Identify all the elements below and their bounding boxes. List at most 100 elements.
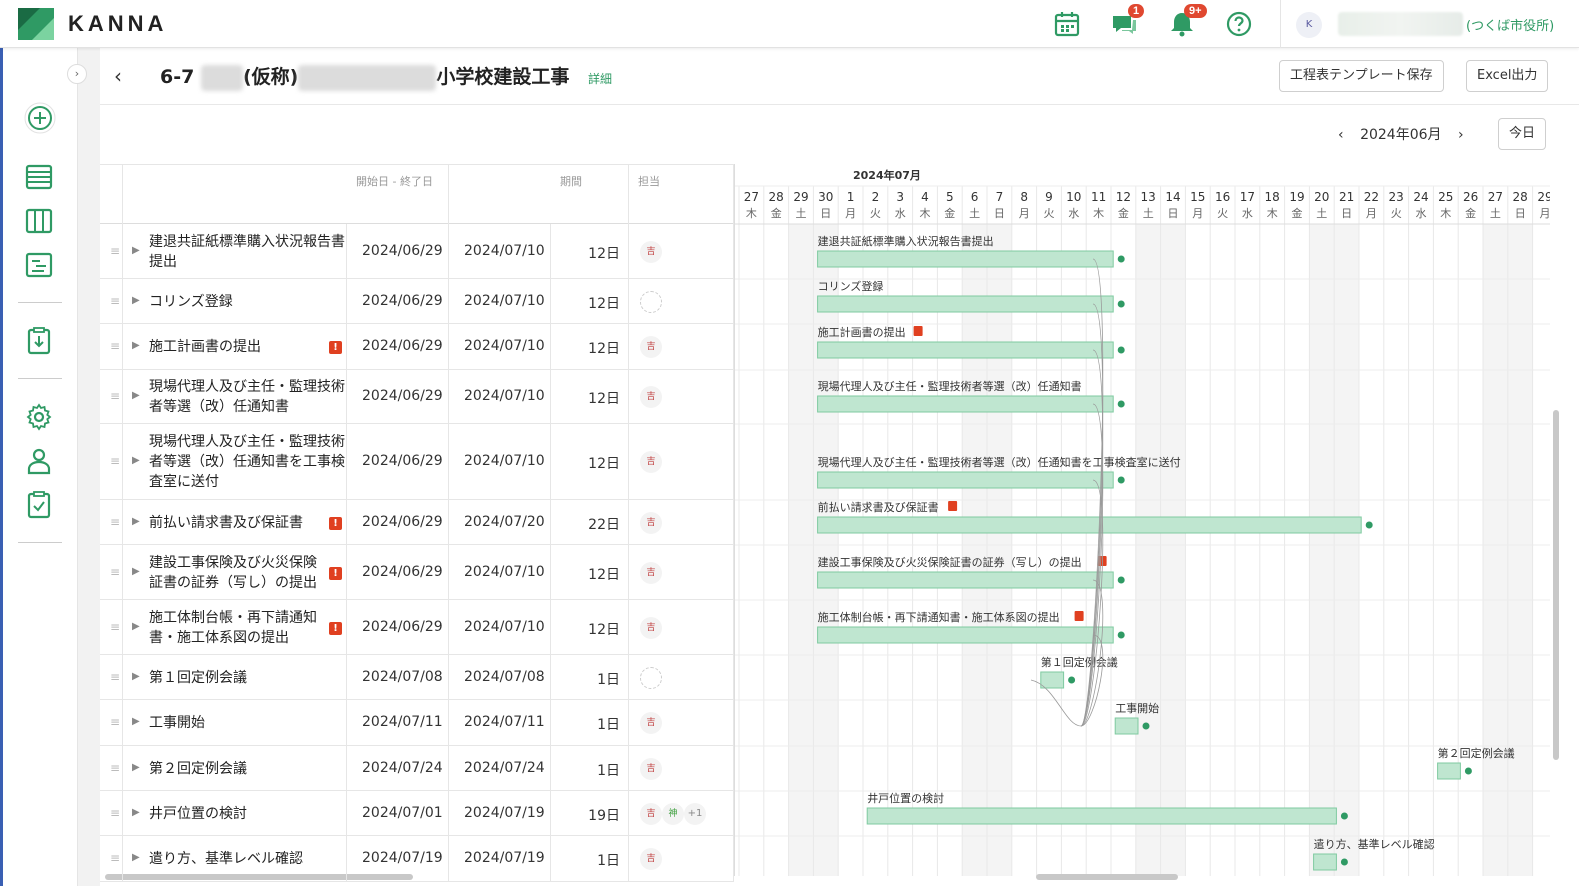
expand-triangle-icon[interactable]: ▶ [132,762,140,773]
assignee-avatar[interactable]: 吉 [640,336,662,358]
dependency-handle[interactable] [1117,300,1125,308]
drag-handle-icon[interactable]: ≡ [110,761,120,775]
task-name[interactable]: 井戸位置の検討 [149,804,349,824]
start-date[interactable]: 2024/06/29 [362,453,443,469]
chat-button[interactable]: 1 [1110,4,1145,38]
end-date[interactable]: 2024/07/10 [464,453,545,469]
start-date[interactable]: 2024/06/29 [362,619,443,635]
assignee-avatar[interactable]: 吉 [640,616,662,639]
task-name[interactable]: 建設工事保険及び火災保険 証書の証券（写し）の提出 [149,553,349,593]
user-icon[interactable] [24,446,54,476]
table-horizontal-scrollbar[interactable] [105,874,413,880]
help-icon[interactable] [1225,10,1253,38]
task-name[interactable]: 建退共証紙標準購入状況報告書 提出 [149,232,349,272]
task-name[interactable]: コリンズ登録 [149,292,349,312]
end-date[interactable]: 2024/07/19 [464,850,545,866]
end-date[interactable]: 2024/07/20 [464,514,545,530]
assignee-avatar[interactable]: 吉 [640,451,662,473]
avatar[interactable]: K [1296,12,1322,38]
assignee-avatar[interactable]: 吉 [640,757,662,780]
end-date[interactable]: 2024/07/10 [464,388,545,404]
table-row[interactable]: ≡ ▶ 現場代理人及び主任・監理技術 者等選（改）任通知書を工事検 査室に送付 2024/… [100,424,734,500]
gantt-bar[interactable] [1437,762,1461,780]
gantt-bar[interactable] [817,516,1362,534]
start-date[interactable]: 2024/06/29 [362,338,443,354]
notification-button[interactable]: 9+ [1168,4,1207,38]
assignee-empty[interactable] [640,290,662,313]
task-name[interactable]: 遣り方、基準レベル確認 [149,849,349,869]
save-template-button[interactable]: 工程表テンプレート保存 [1279,60,1444,92]
dependency-handle[interactable] [1340,858,1348,866]
drag-handle-icon[interactable]: ≡ [110,389,120,403]
back-chevron-icon[interactable]: ‹ [114,64,122,88]
end-date[interactable]: 2024/07/19 [464,805,545,821]
drag-handle-icon[interactable]: ≡ [110,620,120,634]
end-date[interactable]: 2024/07/10 [464,564,545,580]
assignee-avatar[interactable]: 吉 [640,561,662,584]
gantt-bar[interactable] [1114,717,1139,735]
dependency-handle[interactable] [1068,676,1076,684]
start-date[interactable]: 2024/07/19 [362,850,443,866]
next-month-chevron-icon[interactable]: › [1458,127,1464,143]
assignee-avatar[interactable]: 吉 [640,848,662,870]
end-date[interactable]: 2024/07/10 [464,243,545,259]
drag-handle-icon[interactable]: ≡ [110,454,120,468]
expand-triangle-icon[interactable]: ▶ [132,852,140,863]
drag-handle-icon[interactable]: ≡ [110,851,120,865]
gantt-bar[interactable] [817,626,1114,644]
gantt-horizontal-scrollbar[interactable] [1036,874,1178,880]
gantt-bar[interactable] [817,471,1114,489]
dependency-handle[interactable] [1365,521,1373,529]
table-row[interactable]: ≡ ▶ 工事開始 2024/07/11 2024/07/11 1日 吉 [100,700,734,746]
expand-triangle-icon[interactable]: ▶ [132,671,140,682]
task-name[interactable]: 第１回定例会議 [149,668,349,688]
dependency-handle[interactable] [1117,576,1125,584]
more-assignees-count[interactable]: +1 [684,802,706,825]
gantt-bar[interactable] [817,395,1114,413]
end-date[interactable]: 2024/07/24 [464,760,545,776]
drag-handle-icon[interactable]: ≡ [110,715,120,729]
drag-handle-icon[interactable]: ≡ [110,670,120,684]
expand-triangle-icon[interactable]: ▶ [132,340,140,351]
assignee-empty[interactable] [640,666,662,689]
gantt-bar[interactable] [866,807,1337,825]
start-date[interactable]: 2024/06/29 [362,388,443,404]
drag-handle-icon[interactable]: ≡ [110,294,120,308]
dependency-handle[interactable] [1340,812,1348,820]
expand-triangle-icon[interactable]: ▶ [132,716,140,727]
table-row[interactable]: ≡ ▶ 第１回定例会議 2024/07/08 2024/07/08 1日 [100,655,734,700]
expand-triangle-icon[interactable]: ▶ [132,390,140,401]
task-name[interactable]: 施工体制台帳・再下請通知 書・施工体系図の提出 [149,608,349,648]
board-view-icon[interactable] [24,206,54,236]
kanna-logo-icon[interactable] [18,8,54,40]
detail-link[interactable]: 詳細 [588,70,612,87]
vertical-scrollbar[interactable] [1553,410,1559,760]
expand-triangle-icon[interactable]: ▶ [132,566,140,577]
drag-handle-icon[interactable]: ≡ [110,565,120,579]
table-row[interactable]: ≡ ▶ 建退共証紙標準購入状況報告書 提出 2024/06/29 2024/07/10 12… [100,224,734,279]
table-row[interactable]: ≡ ▶ 前払い請求書及び保証書! 2024/06/29 2024/07/20 22日 吉 [100,500,734,545]
gantt-bar[interactable] [817,250,1114,268]
calendar-icon[interactable] [1053,10,1081,38]
dependency-handle[interactable] [1117,255,1125,263]
table-row[interactable]: ≡ ▶ 施工計画書の提出! 2024/06/29 2024/07/10 12日 吉 [100,324,734,370]
dependency-handle[interactable] [1142,722,1150,730]
clipboard-download-icon[interactable] [24,326,54,356]
gantt-bar[interactable] [817,341,1114,359]
gantt-bar[interactable] [817,295,1114,313]
gantt-bar[interactable] [1313,853,1337,871]
assignee-avatar[interactable]: 神 [662,802,684,825]
assignee-avatar[interactable]: 吉 [640,712,662,734]
gantt-bar[interactable] [1040,671,1065,689]
task-name[interactable]: 現場代理人及び主任・監理技術 者等選（改）任通知書 [149,377,349,417]
today-button[interactable]: 今日 [1498,118,1547,150]
end-date[interactable]: 2024/07/08 [464,669,545,685]
expand-triangle-icon[interactable]: ▶ [132,245,140,256]
end-date[interactable]: 2024/07/10 [464,619,545,635]
task-name[interactable]: 現場代理人及び主任・監理技術 者等選（改）任通知書を工事検 査室に送付 [149,432,349,492]
excel-export-button[interactable]: Excel出力 [1466,60,1549,92]
table-row[interactable]: ≡ ▶ 施工体制台帳・再下請通知 書・施工体系図の提出! 2024/06/29 2024/… [100,600,734,655]
list-view-icon[interactable] [24,162,54,192]
start-date[interactable]: 2024/06/29 [362,243,443,259]
assignee-avatar[interactable]: 吉 [640,240,662,263]
